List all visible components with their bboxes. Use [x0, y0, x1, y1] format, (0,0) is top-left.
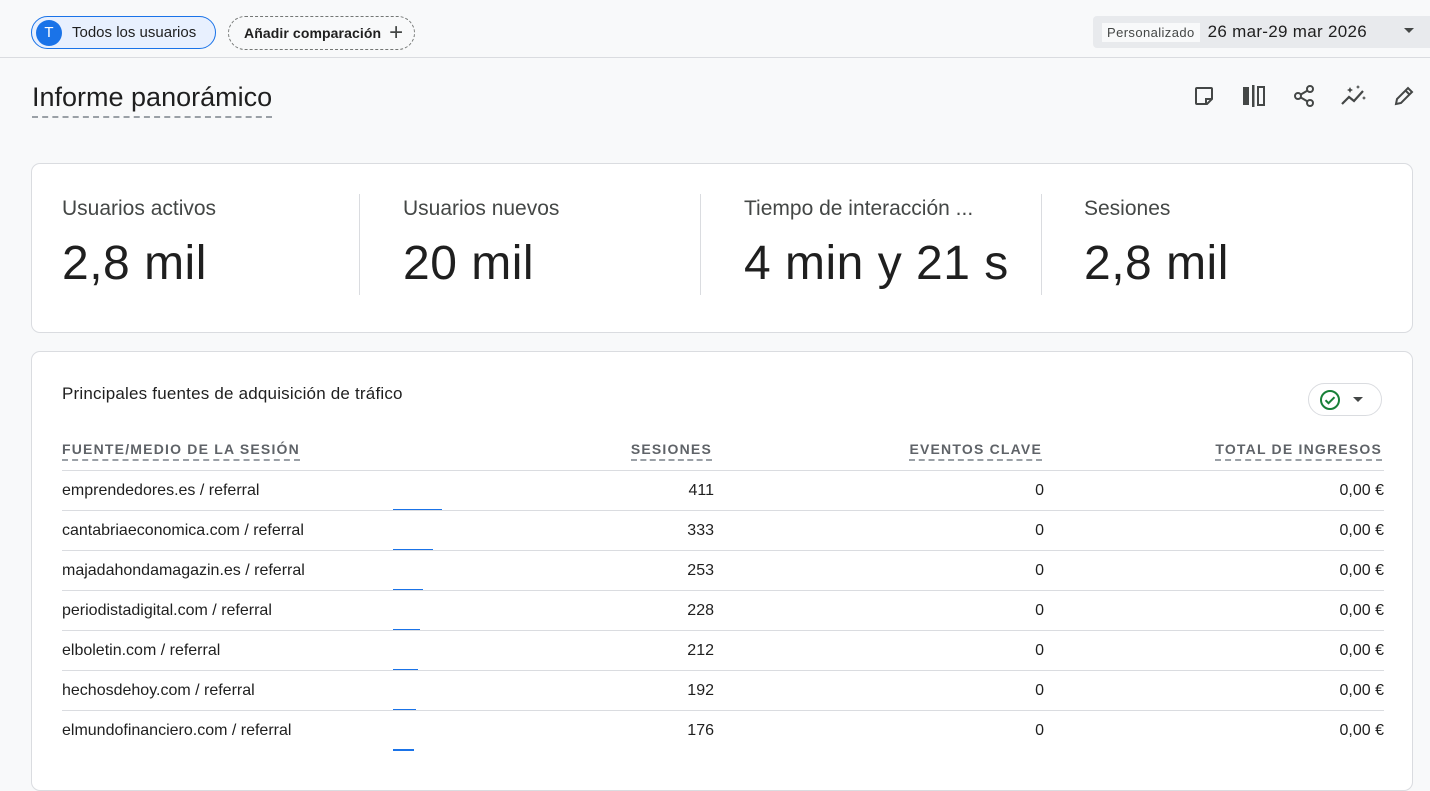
metrics-card: Usuarios activos 2,8 mil Usuarios nuevos… — [31, 163, 1413, 333]
page-title[interactable]: Informe panorámico — [32, 80, 273, 118]
metric-label: Usuarios activos — [62, 197, 217, 220]
check-circle-icon — [1320, 389, 1340, 410]
chevron-down-icon — [1404, 28, 1414, 33]
column-header-key-events[interactable]: EVENTOS CLAVE — [909, 441, 1042, 461]
sessions-cell: 192 — [687, 682, 714, 699]
compare-columns-icon — [1243, 85, 1265, 107]
revenue-cell: 0,00 € — [1339, 482, 1384, 499]
traffic-sources-card: Principales fuentes de adquisición de tr… — [31, 351, 1413, 791]
date-range-value: 26 mar-29 mar 2026 — [1207, 22, 1368, 41]
metric-label: Tiempo de interacción ... — [744, 197, 974, 220]
metric-value: 2,8 mil — [1084, 237, 1229, 290]
all-users-chip[interactable]: T Todos los usuarios — [31, 16, 216, 49]
date-range-picker[interactable]: Personalizado 26 mar-29 mar 2026 — [1093, 16, 1430, 48]
note-button[interactable] — [1185, 80, 1223, 112]
source-medium-cell: cantabriaeconomica.com / referral — [62, 522, 304, 539]
table-row[interactable]: emprendedores.es / referral 411 0 0,00 € — [62, 470, 1384, 511]
source-medium-cell: emprendedores.es / referral — [62, 482, 260, 499]
edit-icon — [1394, 86, 1414, 106]
key-events-cell: 0 — [1035, 522, 1044, 539]
source-medium-cell: hechosdehoy.com / referral — [62, 682, 255, 699]
key-events-cell: 0 — [1035, 562, 1044, 579]
table-row[interactable]: majadahondamagazin.es / referral 253 0 0,00… — [62, 550, 1384, 591]
metric-divider — [1041, 194, 1042, 295]
metric-divider — [359, 194, 360, 295]
insights-icon — [1341, 85, 1367, 105]
revenue-cell: 0,00 € — [1339, 522, 1384, 539]
metric-divider — [700, 194, 701, 295]
revenue-cell: 0,00 € — [1339, 642, 1384, 659]
edit-button[interactable] — [1385, 80, 1423, 112]
revenue-cell: 0,00 € — [1339, 682, 1384, 699]
key-events-cell: 0 — [1035, 722, 1044, 739]
revenue-cell: 0,00 € — [1339, 602, 1384, 619]
metric-value: 20 mil — [403, 237, 535, 290]
sessions-cell: 253 — [687, 562, 714, 579]
column-header-sessions[interactable]: SESIONES — [630, 441, 712, 461]
metric-label: Usuarios nuevos — [403, 197, 560, 220]
note-icon — [1195, 87, 1213, 105]
source-medium-cell: majadahondamagazin.es / referral — [62, 562, 305, 579]
key-events-cell: 0 — [1035, 642, 1044, 659]
add-comparison-button[interactable]: Añadir comparación + — [228, 16, 415, 50]
share-button[interactable] — [1285, 80, 1323, 112]
revenue-cell: 0,00 € — [1339, 722, 1384, 739]
source-medium-cell: periodistadigital.com / referral — [62, 602, 272, 619]
share-icon — [1294, 85, 1314, 107]
table-row[interactable]: cantabriaeconomica.com / referral 333 0 0,0… — [62, 510, 1384, 551]
metric-value: 2,8 mil — [62, 237, 207, 290]
plus-icon: + — [389, 19, 404, 46]
source-medium-cell: elboletin.com / referral — [62, 642, 221, 659]
key-events-cell: 0 — [1035, 602, 1044, 619]
revenue-cell: 0,00 € — [1339, 562, 1384, 579]
sessions-cell: 333 — [687, 522, 714, 539]
report-toolbar — [1185, 80, 1423, 112]
sessions-cell: 411 — [688, 482, 714, 499]
chevron-down-icon — [1353, 397, 1363, 402]
metric-label: Sesiones — [1084, 197, 1171, 220]
insights-button[interactable] — [1335, 80, 1373, 112]
table-row[interactable]: hechosdehoy.com / referral 192 0 0,00 € — [62, 670, 1384, 711]
metric-value: 4 min y 21 s — [744, 237, 1009, 290]
compare-button[interactable] — [1235, 80, 1273, 112]
source-medium-cell: elmundofinanciero.com / referral — [62, 722, 292, 739]
table-row[interactable]: elmundofinanciero.com / referral 176 0 0,00… — [62, 710, 1384, 751]
table-row[interactable]: periodistadigital.com / referral 228 0 0,00… — [62, 590, 1384, 631]
users-avatar-icon: T — [36, 19, 62, 46]
key-events-cell: 0 — [1035, 482, 1044, 499]
sessions-cell: 212 — [687, 642, 714, 659]
table-row[interactable]: elboletin.com / referral 212 0 0,00 € — [62, 630, 1384, 671]
sessions-share-bar — [393, 749, 414, 751]
all-users-label: Todos los usuarios — [72, 24, 197, 41]
key-events-cell: 0 — [1035, 682, 1044, 699]
table-status-dropdown[interactable] — [1308, 383, 1382, 416]
sessions-cell: 228 — [687, 602, 714, 619]
table-title: Principales fuentes de adquisición de tr… — [62, 384, 403, 403]
column-header-revenue[interactable]: TOTAL DE INGRESOS — [1215, 441, 1382, 461]
comparison-bar: T Todos los usuarios Añadir comparación … — [0, 0, 1430, 58]
column-header-source[interactable]: FUENTE/MEDIO DE LA SESIÓN — [62, 441, 300, 461]
date-range-tag: Personalizado — [1102, 22, 1200, 42]
add-comparison-label: Añadir comparación — [244, 25, 382, 41]
sessions-cell: 176 — [687, 722, 714, 739]
